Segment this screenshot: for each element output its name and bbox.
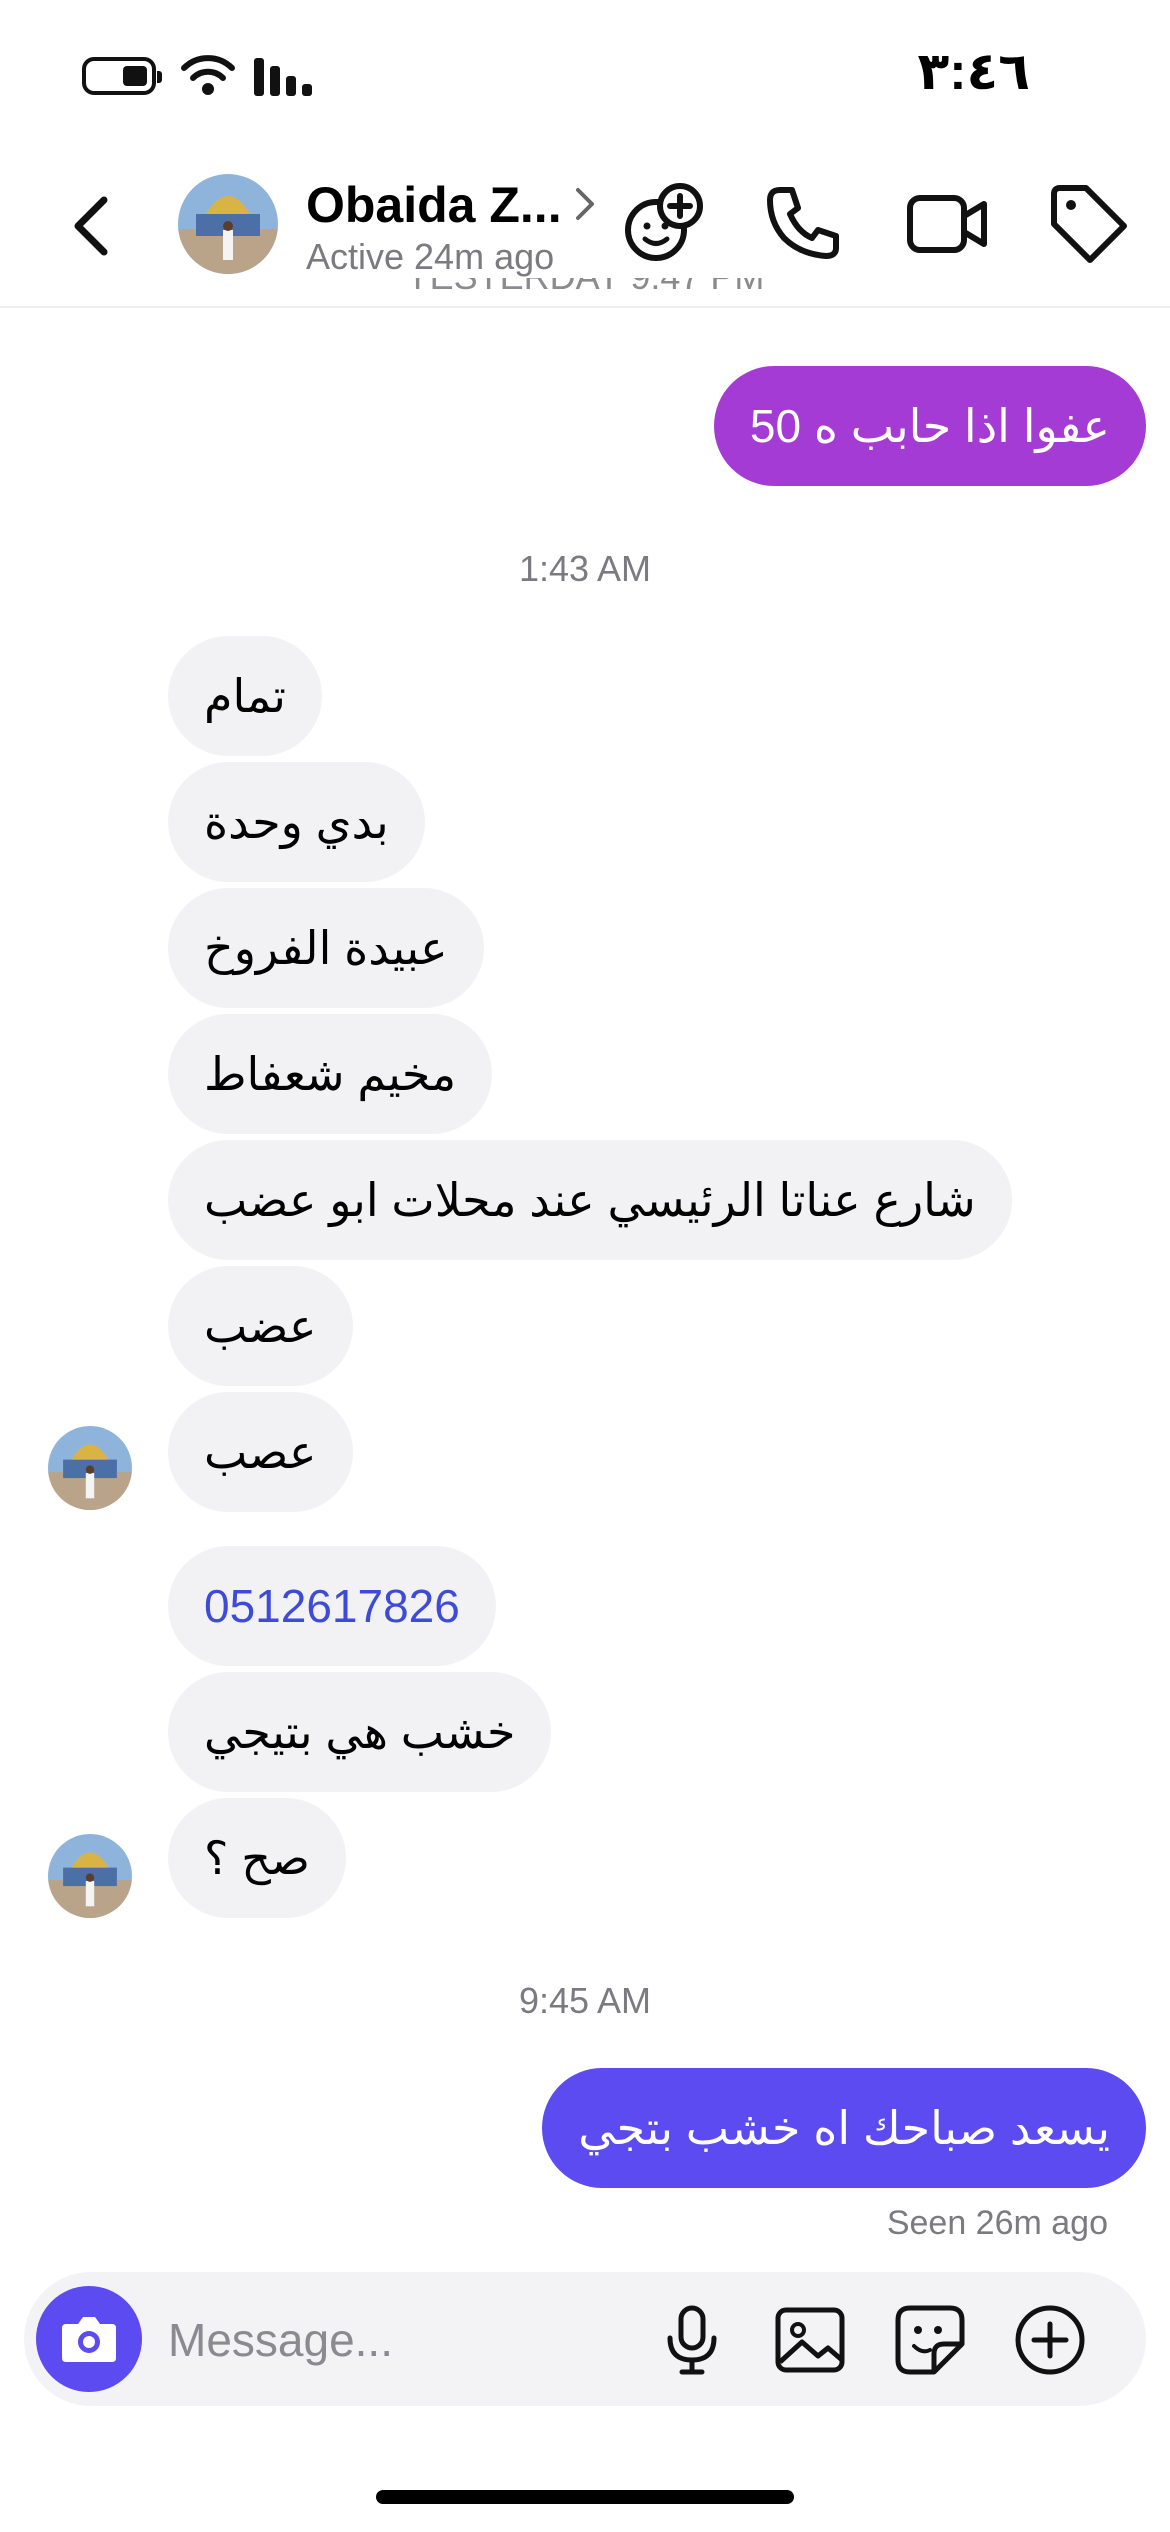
received-message[interactable]: شارع عناتا الرئيسي عند محلات ابو عضب — [168, 1140, 1012, 1260]
add-friend-icon[interactable] — [620, 180, 706, 266]
sent-message[interactable]: عفوا اذا حابب ه 50 — [713, 366, 1146, 486]
image-icon[interactable] — [772, 2302, 848, 2378]
battery-icon — [82, 57, 162, 95]
received-message[interactable]: مخيم شعفاط — [168, 1014, 493, 1134]
status-time: ٣:٤٦ — [917, 43, 1030, 101]
timestamp: 9:45 AM — [518, 1980, 652, 2021]
tag-icon[interactable] — [1044, 180, 1130, 266]
received-message[interactable]: عصب — [168, 1392, 353, 1512]
back-button[interactable] — [60, 186, 130, 266]
chevron-right-icon[interactable] — [570, 182, 600, 226]
sent-message[interactable]: يسعد صباحك اه خشب بتجي — [542, 2068, 1146, 2188]
avatar-photo — [48, 1426, 132, 1510]
avatar-photo — [48, 1834, 132, 1918]
message-input[interactable] — [166, 2302, 640, 2378]
received-message[interactable]: تمام — [168, 636, 322, 756]
message-composer — [24, 2272, 1146, 2406]
received-message[interactable]: خشب هي بتيجي — [168, 1672, 552, 1792]
sticker-icon[interactable] — [892, 2302, 968, 2378]
timestamp-previous: YESTERDAY 9:47 PM — [0, 278, 1170, 308]
contact-avatar[interactable] — [178, 174, 278, 274]
timestamp: 1:43 AM — [518, 548, 652, 589]
received-message[interactable]: صح ؟ — [168, 1798, 346, 1918]
received-message[interactable]: بدي وحدة — [168, 762, 425, 882]
avatar-photo — [178, 174, 278, 274]
camera-button[interactable] — [36, 2286, 142, 2392]
plus-circle-icon[interactable] — [1012, 2302, 1088, 2378]
contact-name[interactable]: Obaida Z... — [306, 176, 562, 234]
sender-avatar[interactable] — [48, 1426, 132, 1510]
phone-number-link[interactable]: 0512617826 — [168, 1546, 496, 1666]
sender-avatar[interactable] — [48, 1834, 132, 1918]
active-status: Active 24m ago — [306, 236, 555, 277]
wifi-icon — [181, 55, 235, 95]
received-message[interactable]: عضب — [168, 1266, 353, 1386]
camera-icon — [62, 2317, 116, 2362]
signal-bars-icon — [254, 58, 312, 96]
received-message[interactable]: عبيدة الفروخ — [168, 888, 484, 1008]
timestamp-previous-text: YESTERDAY 9:47 PM — [406, 278, 765, 297]
status-bar: ٣:٤٦ — [0, 0, 1170, 150]
video-camera-icon[interactable] — [904, 180, 990, 266]
phone-icon[interactable] — [760, 180, 846, 266]
seen-status: Seen 26m ago — [886, 2204, 1108, 2242]
home-indicator[interactable] — [376, 2490, 794, 2504]
microphone-icon[interactable] — [654, 2302, 730, 2378]
